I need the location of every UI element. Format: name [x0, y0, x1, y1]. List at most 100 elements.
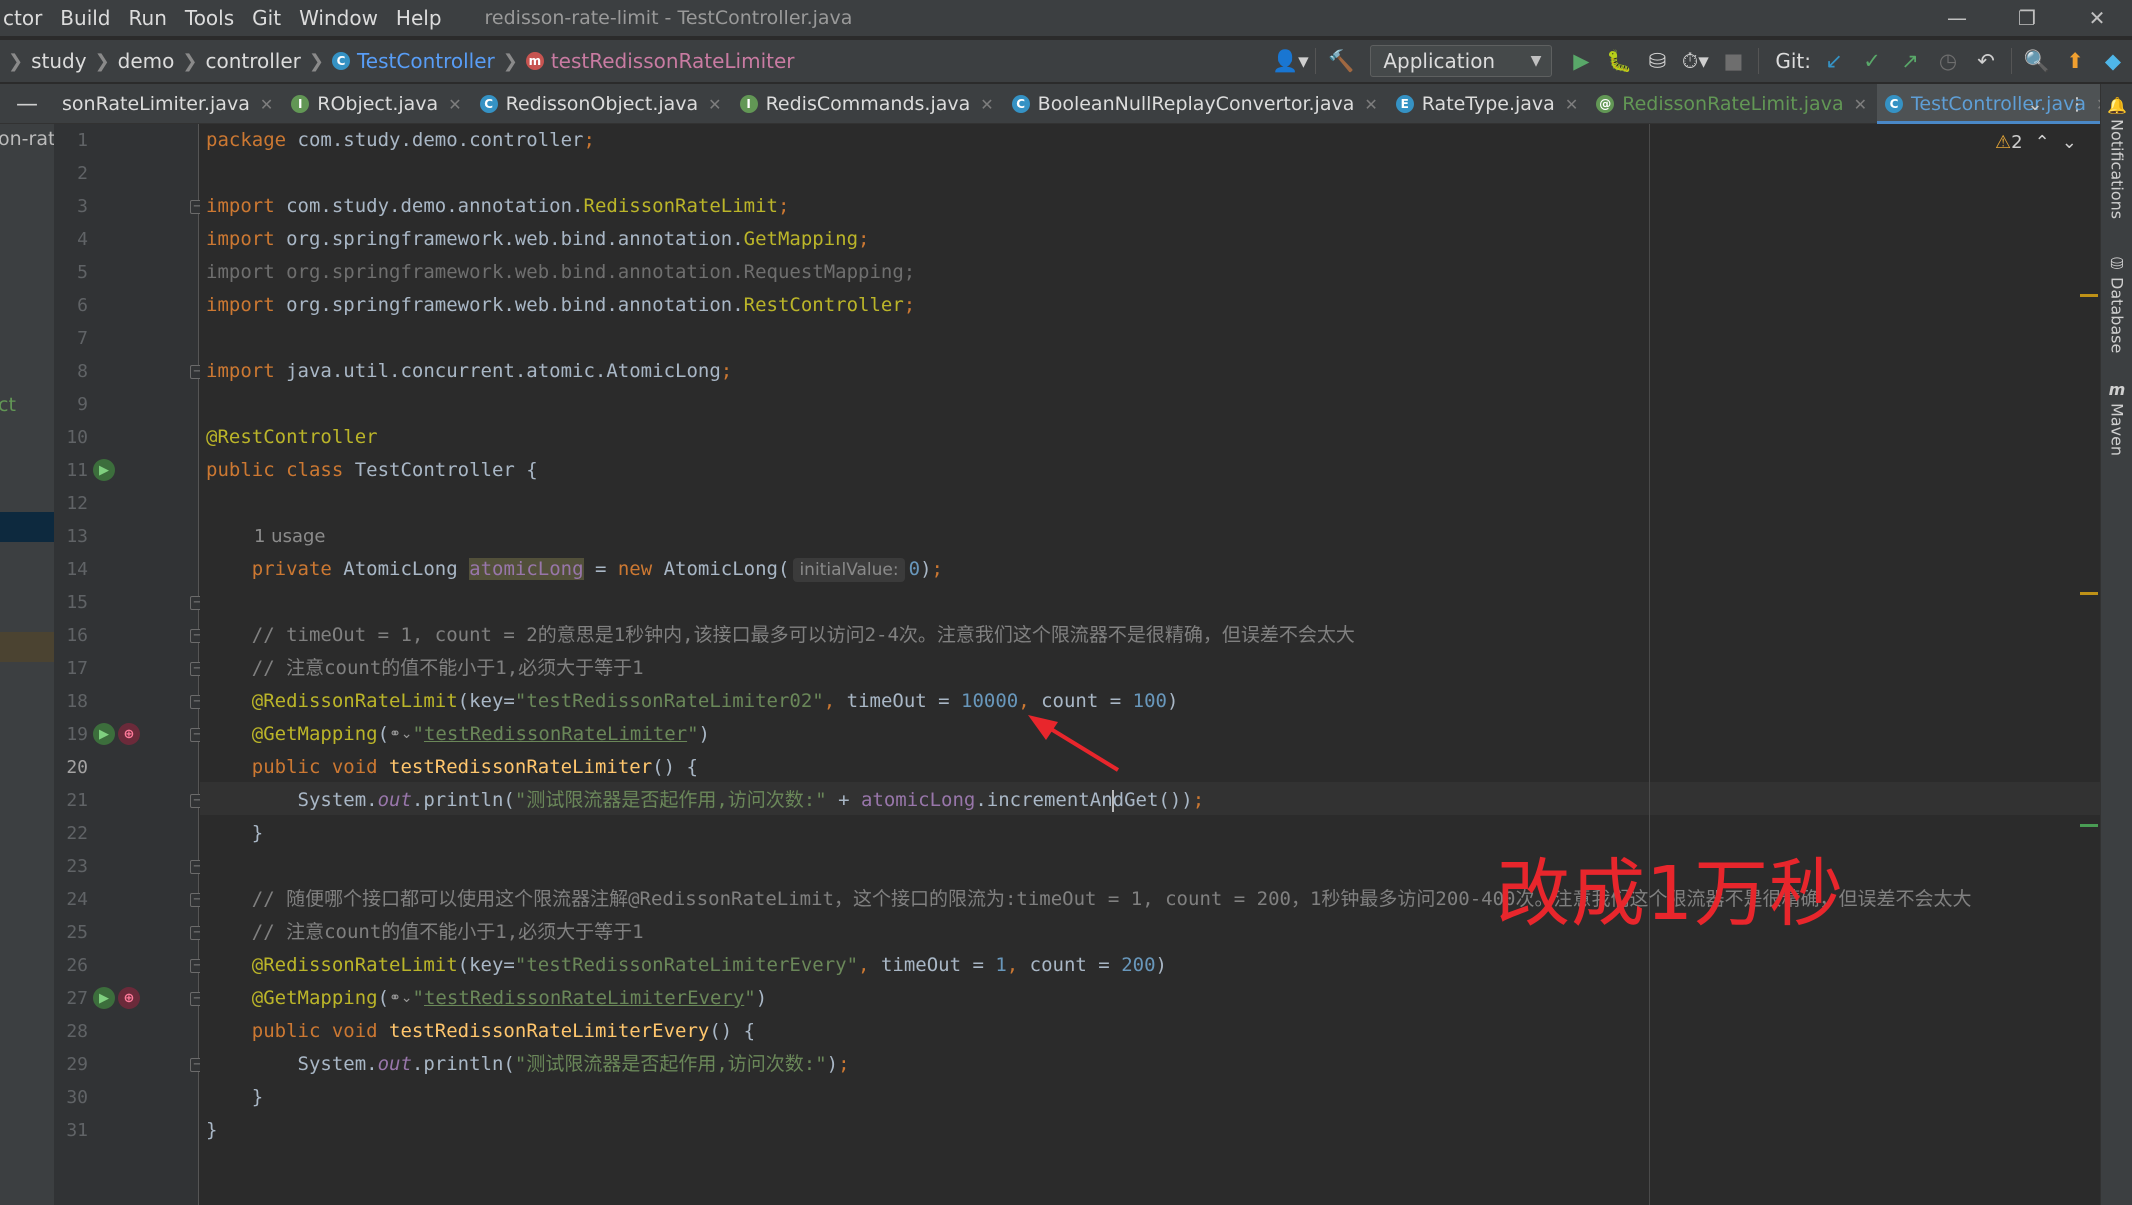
close-icon[interactable]: ✕ — [708, 95, 721, 114]
collapse-icon[interactable]: — — [0, 84, 54, 124]
line-number[interactable]: 11 — [54, 460, 88, 481]
tab-robject[interactable]: I RObject.java ✕ — [283, 84, 471, 124]
line-number[interactable]: 14 — [54, 559, 88, 580]
tab-rediscommands[interactable]: I RedisCommands.java ✕ — [732, 84, 1004, 124]
line-number[interactable]: 23 — [54, 856, 88, 877]
line-number[interactable]: 16 — [54, 625, 88, 646]
line-number[interactable]: 8 — [54, 361, 88, 382]
close-icon[interactable]: ✕ — [1364, 95, 1377, 114]
close-icon[interactable]: ✕ — [980, 95, 993, 114]
close-icon[interactable]: ✕ — [1854, 95, 1867, 114]
warning-marker[interactable] — [2080, 294, 2098, 297]
database-tool[interactable]: ⛁ Database — [2101, 254, 2132, 353]
line-number[interactable]: 22 — [54, 823, 88, 844]
coverage-icon[interactable]: ⛁ — [1638, 40, 1676, 82]
menu-help[interactable]: Help — [387, 0, 451, 36]
tab-ratetype[interactable]: E RateType.java ✕ — [1388, 84, 1588, 124]
line-number[interactable]: 10 — [54, 427, 88, 448]
run-gutter-icon[interactable]: ▶ — [93, 987, 115, 1009]
warning-marker[interactable] — [2080, 592, 2098, 595]
line-number[interactable]: 27 — [54, 988, 88, 1009]
line-number[interactable]: 2 — [54, 163, 88, 184]
menu-run[interactable]: Run — [120, 0, 176, 36]
tab-list-chevron-icon[interactable]: ⌄ — [2014, 94, 2056, 115]
user-icon[interactable]: 👤▾ — [1271, 40, 1309, 82]
next-problem-icon[interactable]: ⌄ — [2062, 132, 2077, 153]
run-icon[interactable]: ▶ — [1562, 40, 1600, 82]
line-number[interactable]: 15 — [54, 592, 88, 613]
endpoint-gutter-icon[interactable]: ⊕ — [118, 987, 140, 1009]
code-editor[interactable]: package com.study.demo.controller; impor… — [200, 124, 2100, 1205]
breadcrumb-class[interactable]: TestController — [357, 49, 495, 73]
previous-problem-icon[interactable]: ⌃ — [2035, 132, 2050, 153]
project-tree-text[interactable]: on-rat — [0, 128, 54, 150]
build-hammer-icon[interactable]: 🔨 — [1322, 40, 1360, 82]
line-number[interactable]: 25 — [54, 922, 88, 943]
git-history-icon[interactable]: ◷ — [1929, 40, 1967, 82]
maven-tool[interactable]: m Maven — [2101, 380, 2132, 456]
git-update-icon[interactable]: ↙ — [1815, 40, 1853, 82]
profile-icon[interactable]: ⏱▾ — [1676, 40, 1714, 82]
error-stripe[interactable] — [2078, 124, 2100, 1205]
breadcrumb-method[interactable]: testRedissonRateLimiter — [551, 49, 795, 73]
search-icon[interactable]: 🔍 — [2018, 40, 2056, 82]
notifications-tool[interactable]: 🔔 Notifications — [2101, 96, 2132, 219]
line-number[interactable]: 19 — [54, 724, 88, 745]
restore-button[interactable]: ❐ — [1992, 0, 2062, 36]
breadcrumb-study[interactable]: study — [31, 49, 86, 73]
line-number[interactable]: 1 — [54, 130, 88, 151]
project-tree-text[interactable]: ct — [0, 394, 16, 416]
line-number[interactable]: 18 — [54, 691, 88, 712]
line-number[interactable]: 17 — [54, 658, 88, 679]
usage-hint[interactable]: 1 usage — [254, 522, 326, 552]
project-tree-selection[interactable] — [0, 512, 54, 542]
menu-refactor[interactable]: ctor — [0, 0, 51, 36]
line-number[interactable]: 12 — [54, 493, 88, 514]
jetbrains-logo-icon[interactable]: ◆ — [2094, 40, 2132, 82]
more-options-icon[interactable]: ⋮ — [2056, 94, 2098, 115]
tab-redissonratelimit[interactable]: @ RedissonRateLimit.java ✕ — [1588, 84, 1877, 124]
line-number[interactable]: 20 — [54, 757, 88, 778]
line-number[interactable]: 9 — [54, 394, 88, 415]
menu-git[interactable]: Git — [243, 0, 290, 36]
line-number[interactable]: 4 — [54, 229, 88, 250]
change-marker[interactable] — [2080, 824, 2098, 827]
line-number[interactable]: 24 — [54, 889, 88, 910]
menu-build[interactable]: Build — [51, 0, 119, 36]
line-number[interactable]: 6 — [54, 295, 88, 316]
endpoint-gutter-icon[interactable]: ⊕ — [118, 723, 140, 745]
line-number[interactable]: 26 — [54, 955, 88, 976]
line-number[interactable]: 29 — [54, 1054, 88, 1075]
update-icon[interactable]: ⬆ — [2056, 40, 2094, 82]
run-configuration-select[interactable]: Application ▼ — [1370, 45, 1553, 77]
menu-window[interactable]: Window — [290, 0, 387, 36]
git-rollback-icon[interactable]: ↶ — [1967, 40, 2005, 82]
inspection-widget[interactable]: ⚠2 ⌃ ⌄ — [1995, 132, 2077, 153]
line-number[interactable]: 7 — [54, 328, 88, 349]
line-number[interactable]: 13 — [54, 526, 88, 547]
project-tree-highlight[interactable] — [0, 632, 54, 662]
tab-sonratelimiter[interactable]: sonRateLimiter.java ✕ — [54, 84, 283, 124]
line-number[interactable]: 3 — [54, 196, 88, 217]
close-icon[interactable]: ✕ — [260, 95, 273, 114]
menu-tools[interactable]: Tools — [176, 0, 243, 36]
minimize-button[interactable]: — — [1922, 0, 1992, 36]
line-number[interactable]: 30 — [54, 1087, 88, 1108]
git-commit-icon[interactable]: ✓ — [1853, 40, 1891, 82]
line-number[interactable]: 5 — [54, 262, 88, 283]
run-gutter-icon[interactable]: ▶ — [93, 723, 115, 745]
stop-icon[interactable]: ■ — [1714, 40, 1752, 82]
close-icon[interactable]: ✕ — [448, 95, 461, 114]
debug-icon[interactable]: 🐛 — [1600, 40, 1638, 82]
breadcrumb-controller[interactable]: controller — [205, 49, 300, 73]
close-window-button[interactable]: ✕ — [2062, 0, 2132, 36]
line-number[interactable]: 21 — [54, 790, 88, 811]
close-icon[interactable]: ✕ — [1565, 95, 1578, 114]
breadcrumb-demo[interactable]: demo — [118, 49, 175, 73]
tab-redissonobject[interactable]: C RedissonObject.java ✕ — [472, 84, 732, 124]
line-number[interactable]: 31 — [54, 1120, 88, 1141]
run-gutter-icon[interactable]: ▶ — [93, 459, 115, 481]
git-push-icon[interactable]: ↗ — [1891, 40, 1929, 82]
line-number[interactable]: 28 — [54, 1021, 88, 1042]
tab-booleannullreplayconvertor[interactable]: C BooleanNullReplayConvertor.java ✕ — [1004, 84, 1388, 124]
